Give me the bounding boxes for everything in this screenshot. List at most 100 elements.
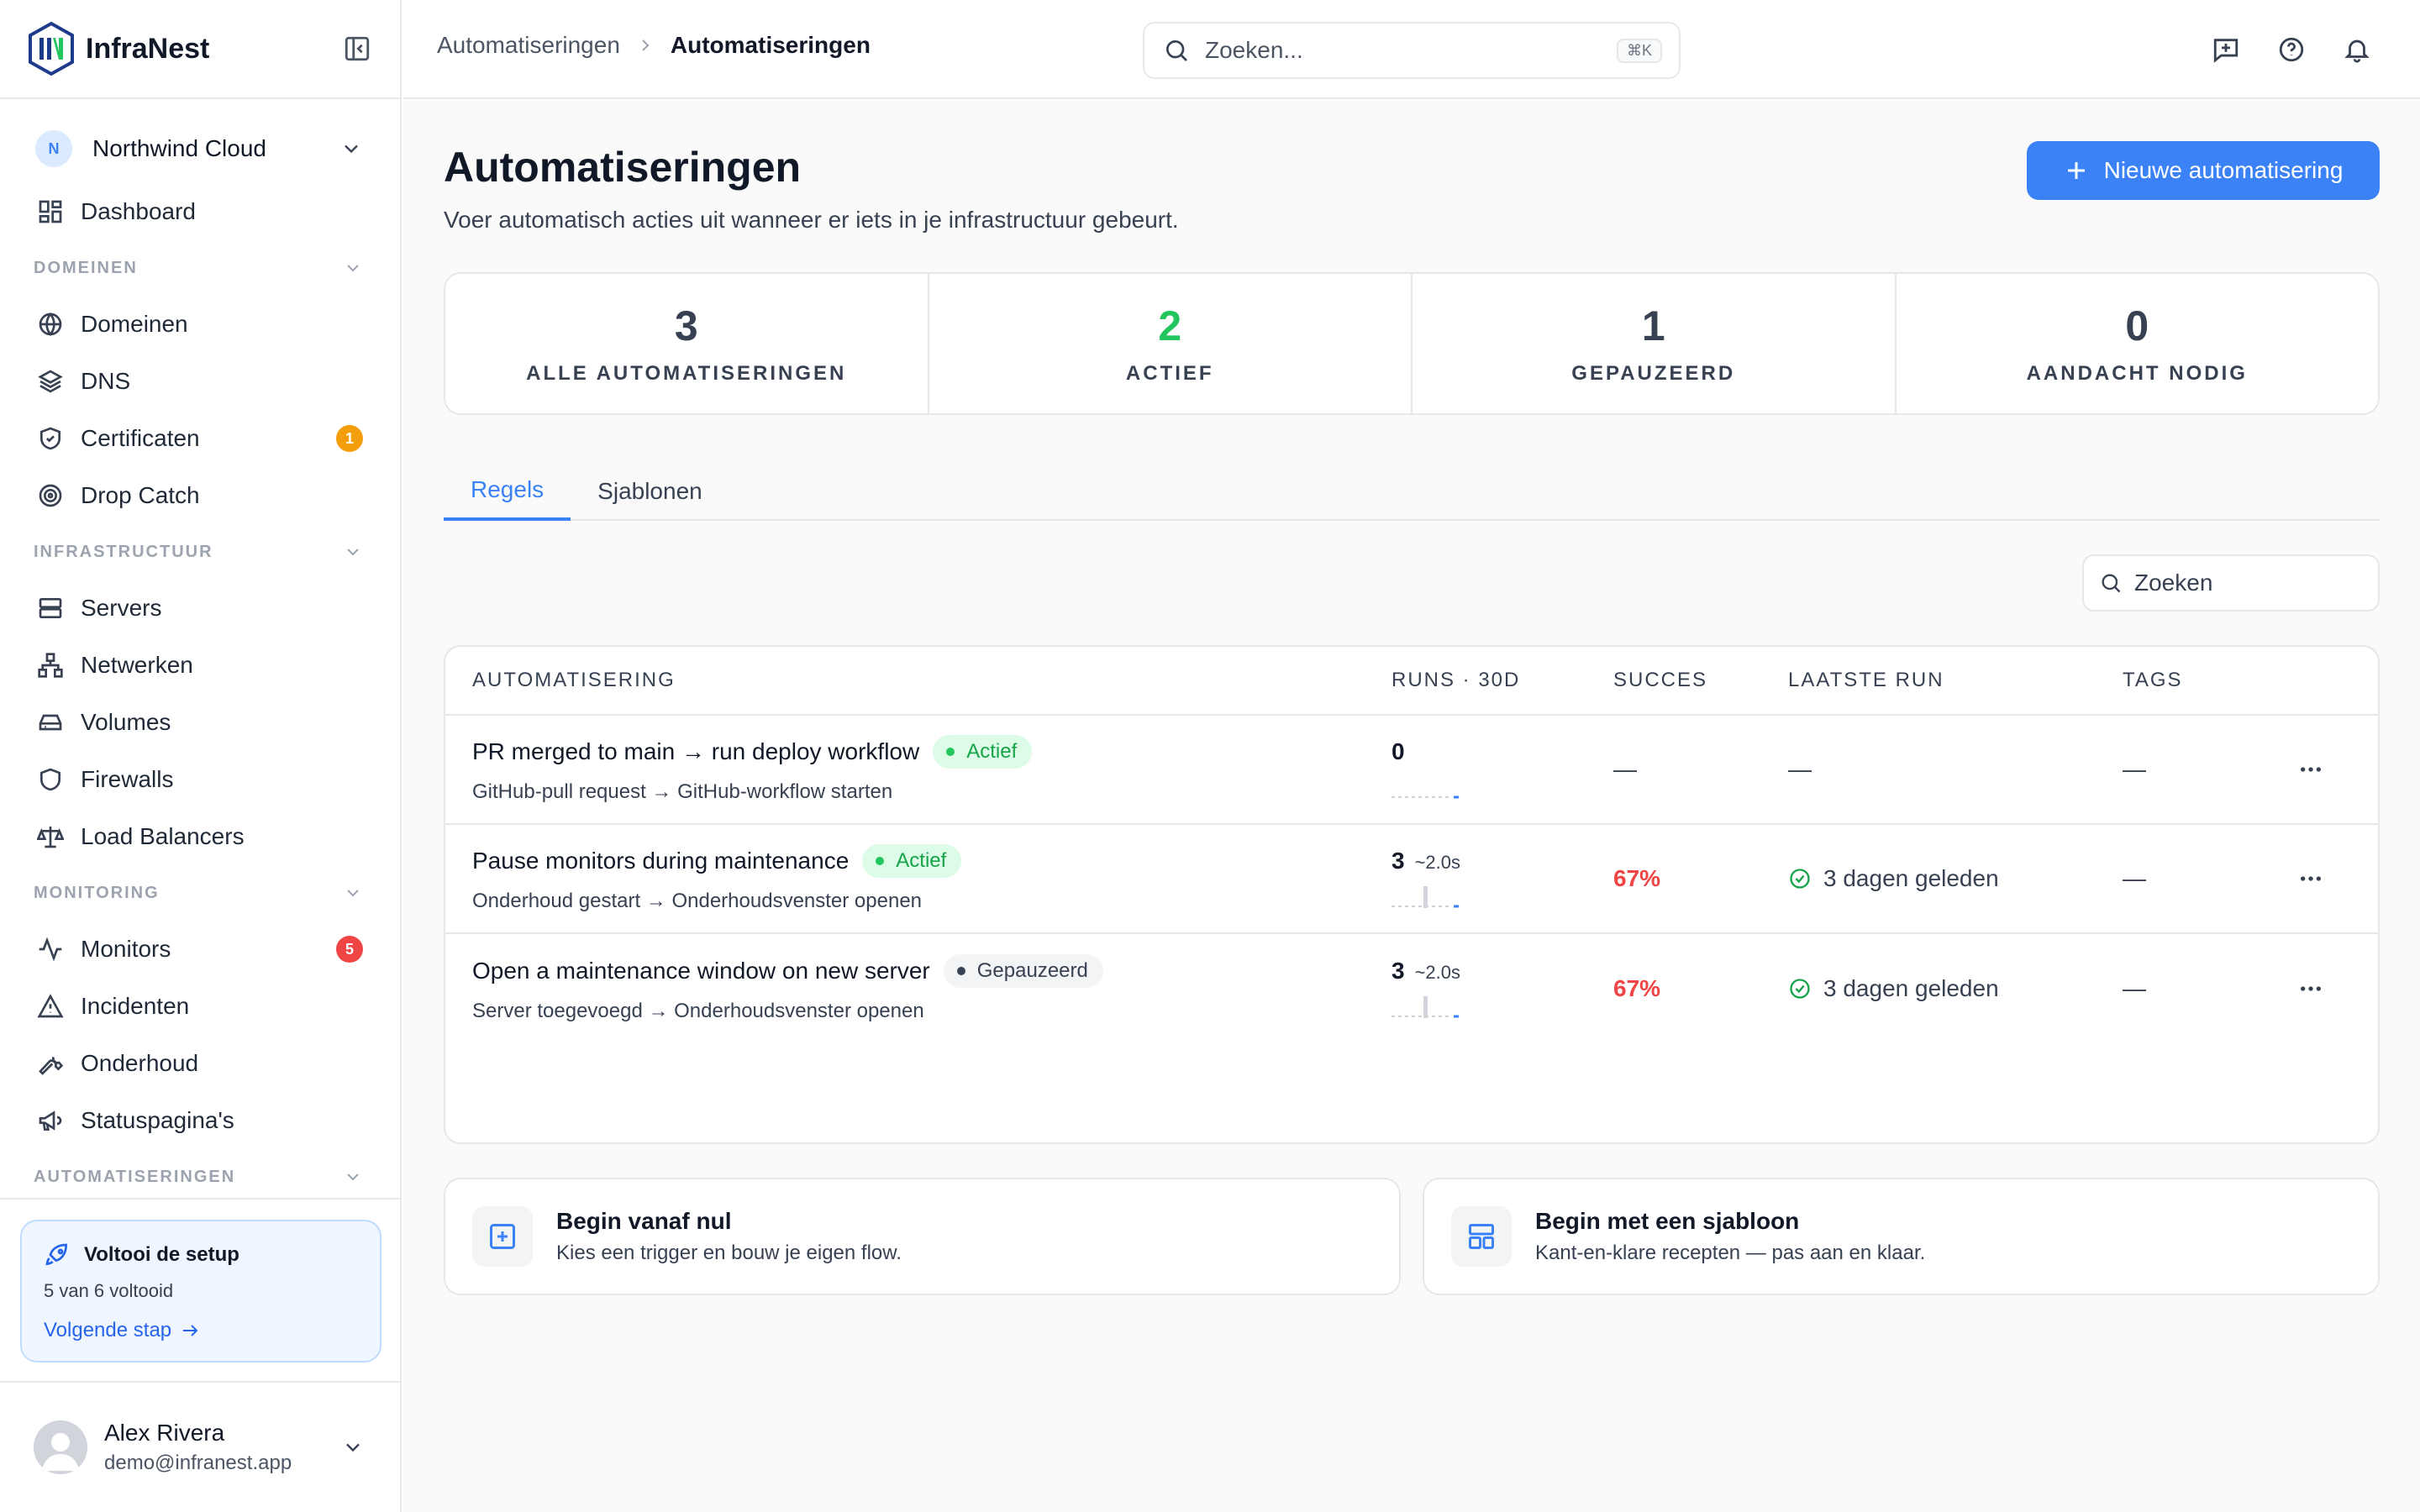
row-menu-button[interactable] (2297, 975, 2324, 1002)
breadcrumb-current: Automatiseringen (670, 32, 871, 58)
check-circle-icon (1790, 869, 1810, 889)
sidebar-item-certificaten[interactable]: Certificaten 1 (0, 410, 400, 467)
tags-cell: — (2123, 865, 2146, 891)
status-badge: Actief (933, 735, 1033, 769)
row-menu-button[interactable] (2297, 756, 2324, 783)
sidebar-item-statuspaginas[interactable]: Statuspagina's (0, 1092, 400, 1149)
avatar (34, 1420, 87, 1474)
section-label: MONITORING (34, 883, 160, 902)
col-last-run[interactable]: LAATSTE RUN (1788, 669, 1944, 692)
section-label: AUTOMATISERINGEN (34, 1167, 236, 1186)
certificates-badge: 1 (336, 425, 363, 452)
stat-paused: 1 GEPAUZEERD (1413, 274, 1897, 413)
col-tags[interactable]: TAGS (2123, 669, 2183, 692)
table-row[interactable]: Pause monitors during maintenance Actief… (445, 825, 2378, 934)
new-automation-button[interactable]: Nieuwe automatisering (2027, 141, 2380, 200)
rule-subtitle: GitHub-pull request → GitHub-workflow st… (472, 780, 893, 803)
card-subtitle: Kant-en-klare recepten — pas aan en klaa… (1535, 1242, 1926, 1264)
tags-cell: — (2123, 756, 2146, 782)
page-title: Automatiseringen (444, 144, 802, 191)
chevron-down-icon (345, 144, 358, 154)
row-menu-button[interactable] (2297, 865, 2324, 892)
user-menu[interactable]: Alex Rivera demo@infranest.app (0, 1381, 402, 1512)
plus-square-icon (490, 1224, 515, 1249)
user-name: Alex Rivera (104, 1420, 225, 1446)
last-run-cell: 3 dagen geleden (1788, 975, 1999, 1002)
sidebar-item-dns[interactable]: DNS (0, 353, 400, 410)
globe-icon (39, 312, 62, 337)
sidebar-item-label: Load Balancers (81, 823, 245, 849)
sidebar-item-load-balancers[interactable]: Load Balancers (0, 808, 400, 865)
col-automation[interactable]: AUTOMATISERING (472, 669, 676, 692)
sidebar-item-label: Netwerken (81, 652, 193, 678)
stat-value: 2 (1158, 302, 1182, 349)
sidebar-item-firewalls[interactable]: Firewalls (0, 751, 400, 808)
next-step-label: Volgende stap (44, 1319, 172, 1341)
breadcrumb-parent[interactable]: Automatiseringen (437, 32, 620, 59)
success-cell: 67% (1613, 865, 1661, 891)
sidebar-item-drop-catch[interactable]: Drop Catch (0, 467, 400, 524)
col-runs[interactable]: RUNS · 30D (1392, 669, 1520, 692)
sidebar-item-incidenten[interactable]: Incidenten (0, 978, 400, 1035)
section-monitoring[interactable]: MONITORING (0, 865, 400, 921)
more-horizontal-icon (2301, 767, 2321, 772)
dashboard-icon (39, 200, 62, 223)
sidebar-item-netwerken[interactable]: Netwerken (0, 637, 400, 694)
section-infra[interactable]: INFRASTRUCTUUR (0, 524, 400, 580)
start-from-template-card[interactable]: Begin met een sjabloon Kant-en-klare rec… (1423, 1178, 2380, 1295)
sidebar-item-onderhoud[interactable]: Onderhoud (0, 1035, 400, 1092)
rule-title-text[interactable]: Open a maintenance window on new server (472, 958, 930, 984)
section-domains[interactable]: DOMEINEN (0, 240, 400, 296)
page-subtitle: Voer automatisch acties uit wanneer er i… (444, 207, 1179, 233)
table-row[interactable]: Open a maintenance window on new server … (445, 934, 2378, 1043)
sidebar-collapse-icon[interactable] (343, 34, 371, 63)
sidebar-item-label: Servers (81, 595, 162, 621)
status-label: Actief (966, 740, 1018, 763)
help-icon[interactable] (2277, 35, 2306, 64)
success-cell: 67% (1613, 975, 1661, 1001)
activity-icon (39, 937, 62, 962)
drive-icon (39, 714, 62, 731)
sidebar-item-dashboard[interactable]: Dashboard (0, 183, 400, 240)
feedback-icon[interactable] (2212, 35, 2240, 64)
global-search-input[interactable]: Zoeken... ⌘K (1143, 22, 1681, 79)
org-name: Northwind Cloud (92, 135, 266, 161)
setup-title: Voltooi de setup (44, 1242, 358, 1268)
tab-sjablonen[interactable]: Sjablonen (571, 462, 729, 521)
sidebar-item-volumes[interactable]: Volumes (0, 694, 400, 751)
monitors-badge: 5 (336, 936, 363, 963)
tab-regels[interactable]: Regels (444, 462, 571, 521)
sidebar-item-servers[interactable]: Servers (0, 580, 400, 637)
rule-cell: Open a maintenance window on new server … (472, 954, 1103, 1023)
alert-triangle-icon (37, 994, 64, 1018)
sidebar: InfraNest N Northwind Cloud Dashboard DO… (0, 0, 402, 1512)
more-horizontal-icon (2301, 986, 2321, 991)
section-label: INFRASTRUCTUUR (34, 542, 213, 561)
table-row[interactable]: PR merged to main → run deploy workflow … (445, 716, 2378, 825)
card-title: Begin vanaf nul (556, 1208, 732, 1234)
chevron-down-icon (347, 1173, 359, 1181)
automations-table: AUTOMATISERING RUNS · 30D SUCCES LAATSTE… (444, 645, 2380, 1144)
search-placeholder: Zoeken (2134, 570, 2213, 596)
section-automations[interactable]: AUTOMATISERINGEN (0, 1149, 400, 1199)
topbar: Automatiseringen Automatiseringen Zoeken… (403, 0, 2420, 99)
start-from-scratch-card[interactable]: Begin vanaf nul Kies een trigger en bouw… (444, 1178, 1401, 1295)
sidebar-item-label: DNS (81, 368, 131, 394)
setup-card[interactable]: Voltooi de setup 5 van 6 voltooid Volgen… (20, 1220, 381, 1362)
next-step-link[interactable]: Volgende stap (44, 1319, 358, 1342)
rule-title-text[interactable]: Pause monitors during maintenance (472, 848, 849, 874)
status-dot (956, 967, 965, 975)
chevron-down-icon (347, 890, 359, 897)
sidebar-item-label: Statuspagina's (81, 1107, 234, 1133)
bell-icon[interactable] (2343, 35, 2371, 64)
sidebar-item-monitors[interactable]: Monitors 5 (0, 921, 400, 978)
server-icon (39, 598, 62, 618)
sidebar-nav: N Northwind Cloud Dashboard DOMEINEN Dom… (0, 99, 400, 1199)
sidebar-item-label: Onderhoud (81, 1050, 199, 1076)
status-label: Gepauzeerd (976, 959, 1088, 982)
col-success[interactable]: SUCCES (1613, 669, 1707, 692)
runs-avg: ~2.0s (1414, 852, 1461, 873)
rules-search-input[interactable]: Zoeken (2082, 554, 2380, 612)
rule-title-text[interactable]: PR merged to main → run deploy workflow (472, 738, 919, 765)
sidebar-item-domeinen[interactable]: Domeinen (0, 296, 400, 353)
